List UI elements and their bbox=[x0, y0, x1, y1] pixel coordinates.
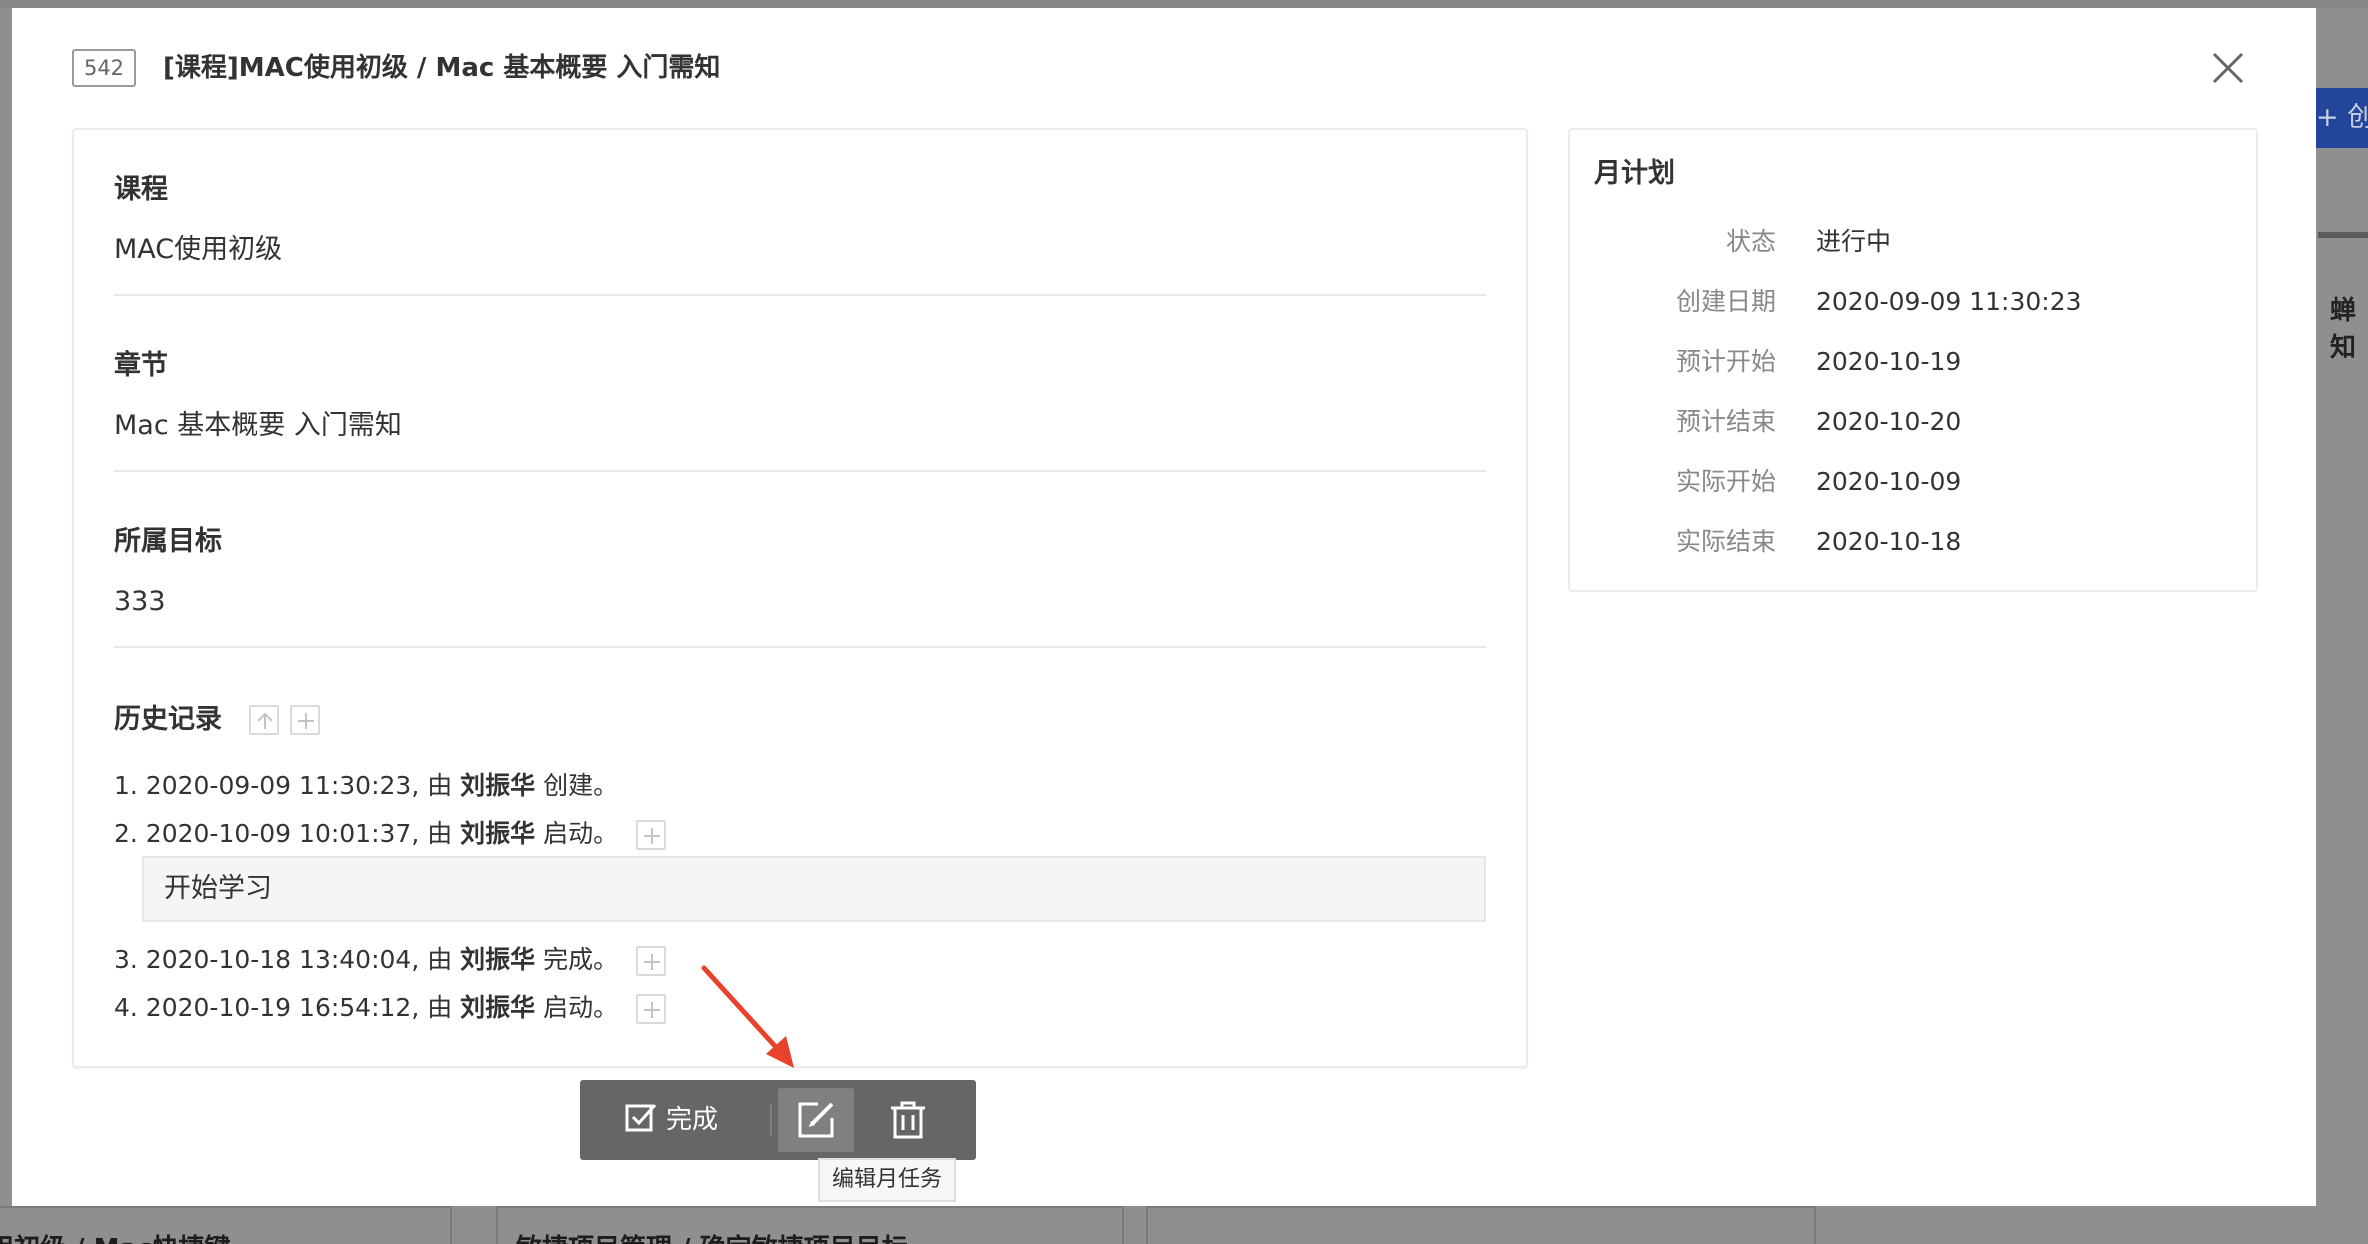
plan-value: 2020-10-19 bbox=[1816, 347, 1962, 376]
divider bbox=[114, 646, 1486, 648]
course-label: 课程 bbox=[114, 174, 168, 205]
toggle-comment-button[interactable] bbox=[636, 820, 667, 850]
plan-key: 创建日期 bbox=[1675, 287, 1776, 316]
plus-icon bbox=[644, 1002, 661, 1018]
collapse-history-button[interactable] bbox=[249, 705, 280, 735]
complete-label: 完成 bbox=[666, 1105, 719, 1135]
plus-icon bbox=[298, 713, 315, 729]
history-header: 历史记录 bbox=[114, 700, 321, 740]
plus-icon bbox=[644, 954, 661, 970]
task-id-badge: 542 bbox=[72, 49, 136, 87]
plan-value: 2020-10-20 bbox=[1816, 407, 1962, 436]
history-action: 创建。 bbox=[535, 771, 619, 800]
toggle-comment-button[interactable] bbox=[636, 994, 667, 1024]
details-panel: 课程 MAC使用初级 章节 Mac 基本概要 入门需知 所属目标 333 历史记… bbox=[72, 128, 1528, 1068]
plan-row-status: 状态 进行中 bbox=[1570, 222, 2256, 262]
plan-value: 进行中 bbox=[1816, 227, 1892, 256]
history-action: 完成。 bbox=[535, 945, 619, 974]
plan-row-actual-start: 实际开始 2020-10-09 bbox=[1570, 462, 2256, 502]
complete-button[interactable]: 完成 bbox=[616, 1092, 726, 1148]
history-user: 刘振华 bbox=[460, 771, 536, 800]
delete-button[interactable] bbox=[870, 1088, 946, 1152]
goal-label: 所属目标 bbox=[114, 526, 222, 557]
checkbox-icon bbox=[625, 1103, 657, 1131]
toggle-comment-button[interactable] bbox=[636, 946, 667, 976]
plan-row-actual-end: 实际结束 2020-10-18 bbox=[1570, 522, 2256, 562]
plus-icon bbox=[644, 828, 661, 844]
history-item: 2. 2020-10-09 10:01:37, 由 刘振华 启动。 bbox=[114, 810, 1486, 858]
history-user: 刘振华 bbox=[460, 819, 536, 848]
task-detail-modal: 542 [课程]MAC使用初级 / Mac 基本概要 入门需知 课程 MAC使用… bbox=[12, 8, 2316, 1206]
plan-row-created: 创建日期 2020-09-09 11:30:23 bbox=[1570, 282, 2256, 322]
chapter-value: Mac 基本概要 入门需知 bbox=[114, 410, 402, 441]
divider bbox=[114, 470, 1486, 472]
modal-title: [课程]MAC使用初级 / Mac 基本概要 入门需知 bbox=[163, 53, 721, 83]
close-button[interactable] bbox=[2210, 48, 2246, 88]
background-strip bbox=[2318, 232, 2368, 238]
monthly-plan-title: 月计划 bbox=[1594, 158, 1675, 189]
edit-button[interactable] bbox=[778, 1088, 854, 1152]
plan-key: 状态 bbox=[1725, 227, 1776, 256]
history-user: 刘振华 bbox=[460, 945, 536, 974]
background-create-button: + 创 bbox=[2310, 88, 2368, 148]
history-text: 2. 2020-10-09 10:01:37, 由 bbox=[114, 819, 461, 848]
plan-key: 实际结束 bbox=[1675, 527, 1776, 556]
history-user: 刘振华 bbox=[460, 993, 536, 1022]
history-comment: 开始学习 bbox=[142, 856, 1486, 922]
monthly-plan-panel: 月计划 状态 进行中 创建日期 2020-09-09 11:30:23 预计开始… bbox=[1568, 128, 2258, 592]
goal-field: 所属目标 333 bbox=[114, 522, 1486, 622]
plan-row-planned-start: 预计开始 2020-10-19 bbox=[1570, 342, 2256, 382]
goal-value: 333 bbox=[114, 586, 166, 617]
plan-value: 2020-10-09 bbox=[1816, 467, 1962, 496]
history-text: 1. 2020-09-09 11:30:23, 由 bbox=[114, 771, 461, 800]
edit-tooltip: 编辑月任务 bbox=[818, 1158, 957, 1202]
separator bbox=[770, 1104, 772, 1136]
background-topbar bbox=[0, 0, 2368, 8]
plan-row-planned-end: 预计结束 2020-10-20 bbox=[1570, 402, 2256, 442]
history-text: 3. 2020-10-18 13:40:04, 由 bbox=[114, 945, 461, 974]
background-bottom-text: 用初级 / Mac快捷键 bbox=[0, 1228, 230, 1244]
history-action: 启动。 bbox=[535, 993, 619, 1022]
modal-header: 542 [课程]MAC使用初级 / Mac 基本概要 入门需知 bbox=[12, 8, 2316, 128]
background-card bbox=[1146, 1206, 1816, 1244]
plan-key: 预计结束 bbox=[1675, 407, 1776, 436]
arrow-up-icon bbox=[257, 712, 273, 729]
trash-icon bbox=[891, 1101, 925, 1139]
history-label: 历史记录 bbox=[114, 704, 222, 735]
plan-value: 2020-09-09 11:30:23 bbox=[1816, 287, 2082, 316]
annotation-arrow-icon bbox=[701, 965, 794, 1068]
action-bar: 完成 bbox=[580, 1080, 976, 1160]
plan-key: 实际开始 bbox=[1675, 467, 1776, 496]
close-icon bbox=[2212, 52, 2244, 84]
plan-key: 预计开始 bbox=[1675, 347, 1776, 376]
course-value: MAC使用初级 bbox=[114, 234, 283, 265]
chapter-label: 章节 bbox=[114, 350, 168, 381]
background-bottom-text: 敏捷项目管理 / 确定敏捷项目目标 bbox=[516, 1228, 908, 1244]
background-right-text: 蝉知 bbox=[2330, 296, 2357, 363]
divider bbox=[114, 294, 1486, 296]
chapter-field: 章节 Mac 基本概要 入门需知 bbox=[114, 346, 1486, 446]
history-item: 1. 2020-09-09 11:30:23, 由 刘振华 创建。 bbox=[114, 762, 1486, 810]
plan-value: 2020-10-18 bbox=[1816, 527, 1962, 556]
course-field: 课程 MAC使用初级 bbox=[114, 170, 1486, 270]
edit-icon bbox=[798, 1102, 834, 1138]
history-text: 4. 2020-10-19 16:54:12, 由 bbox=[114, 993, 461, 1022]
expand-history-button[interactable] bbox=[290, 705, 321, 735]
history-action: 启动。 bbox=[535, 819, 619, 848]
